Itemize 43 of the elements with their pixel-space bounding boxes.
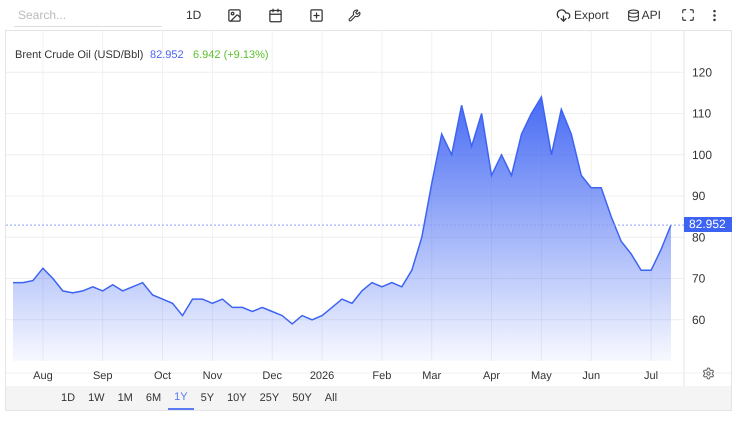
last-price-badge: 82.952 [684,217,732,232]
x-axis-label: Jun [582,370,600,382]
x-axis-label: Sep [92,370,113,382]
x-axis-label: Feb [372,370,392,382]
range-tab[interactable]: 1M [112,386,139,410]
x-axis-label: Nov [202,370,222,382]
range-tab[interactable]: All [318,386,344,410]
legend-name: Brent Crude Oil (USD/Bbl) [15,49,144,61]
range-tab[interactable]: 5Y [194,386,220,410]
range-tab[interactable]: 1D [55,386,82,410]
fullscreen-icon[interactable] [681,8,695,22]
x-axis-label: Aug [33,370,53,382]
x-axis-label: Apr [482,370,500,382]
y-axis-label: 110 [692,106,712,120]
range-tab[interactable]: 1W [82,386,111,410]
interval-button[interactable]: 1D [180,6,208,24]
x-axis-label: Oct [154,370,172,382]
x-axis-label: May [531,370,552,382]
add-icon[interactable] [309,8,324,22]
cloud-download-icon [556,8,571,22]
range-tab[interactable]: 10Y [221,386,253,410]
x-axis-label: Dec [262,370,282,382]
y-axis-label: 70 [692,272,706,286]
wrench-icon[interactable] [348,8,362,22]
range-tab[interactable]: 50Y [286,386,318,410]
calendar-icon[interactable] [268,8,284,22]
x-axis-label: Mar [422,370,442,382]
y-axis-label: 60 [692,312,706,327]
y-axis-label: 90 [692,189,706,203]
y-axis-label: 120 [692,65,712,80]
settings-icon[interactable] [702,367,715,380]
y-axis-label: 80 [692,230,706,244]
export-button[interactable]: Export [556,6,609,24]
range-tab[interactable]: 6M [140,386,168,410]
x-axis-label: 2026 [310,370,334,382]
api-button[interactable]: API [626,6,661,24]
legend-price: 82.952 [150,49,184,61]
search-field[interactable]: Search... [14,3,162,27]
y-axis-label: 100 [692,148,712,162]
legend-change: 6.942 (+9.13%) [193,49,269,61]
range-tab[interactable]: 25Y [254,386,286,410]
x-axis-label: Jul [644,370,658,382]
database-icon [626,8,640,22]
